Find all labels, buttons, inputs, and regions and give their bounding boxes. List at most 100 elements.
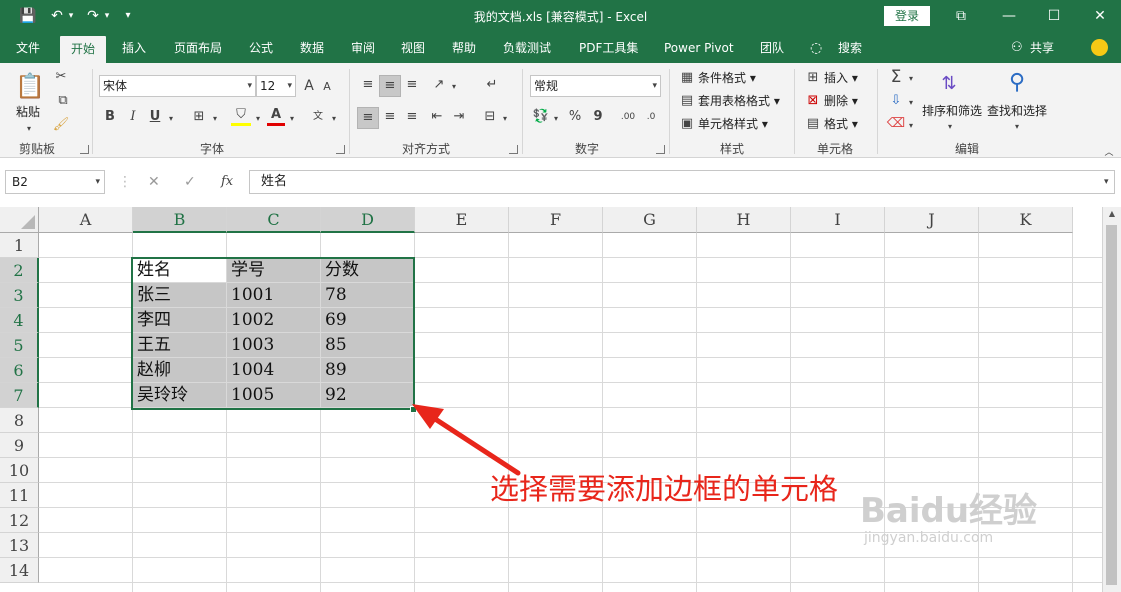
font-color-dropdown-icon[interactable]: ▾: [287, 109, 297, 129]
sort-filter-dropdown-icon[interactable]: ▾: [945, 117, 955, 137]
conditional-formatting-icon[interactable]: ▦: [679, 68, 695, 88]
column-header-c[interactable]: C: [227, 207, 321, 233]
login-button[interactable]: 登录: [884, 6, 930, 26]
grow-font-icon[interactable]: A: [301, 76, 317, 96]
select-all-corner[interactable]: [0, 207, 39, 233]
column-header-k[interactable]: K: [979, 207, 1073, 233]
undo-icon[interactable]: ↶: [48, 6, 66, 26]
maximize-icon[interactable]: ☐: [1039, 4, 1069, 28]
fill-color-dropdown-icon[interactable]: ▾: [253, 109, 263, 129]
cell-styles-button[interactable]: 单元格样式 ▾: [698, 114, 768, 134]
italic-button[interactable]: I: [125, 107, 141, 127]
cell-d4[interactable]: 69: [321, 308, 415, 333]
cell-b7[interactable]: 吴玲玲: [133, 383, 227, 408]
row-header-8[interactable]: 8: [0, 408, 39, 433]
cell-styles-icon[interactable]: ▣: [679, 114, 695, 134]
orientation-icon[interactable]: ↗: [428, 75, 450, 95]
cell-d3[interactable]: 78: [321, 283, 415, 308]
tab-pdf-tools[interactable]: PDF工具集: [579, 33, 638, 63]
column-header-i[interactable]: I: [791, 207, 885, 233]
shrink-font-icon[interactable]: A: [320, 77, 334, 97]
cancel-entry-icon[interactable]: ✕: [148, 172, 160, 192]
redo-dropdown-icon[interactable]: ▾: [102, 6, 112, 26]
column-header-b[interactable]: B: [133, 207, 227, 233]
cell-c4[interactable]: 1002: [227, 308, 321, 333]
column-header-h[interactable]: H: [697, 207, 791, 233]
customize-qat-icon[interactable]: ▾: [121, 6, 135, 26]
tab-file[interactable]: 文件: [16, 33, 40, 63]
borders-icon[interactable]: ⊞: [189, 107, 209, 127]
name-box[interactable]: B2 ▾: [5, 170, 105, 194]
fill-dropdown-icon[interactable]: ▾: [906, 93, 916, 113]
number-launcher-icon[interactable]: [656, 145, 665, 154]
row-header-11[interactable]: 11: [0, 483, 39, 508]
tab-formulas[interactable]: 公式: [249, 33, 273, 63]
close-icon[interactable]: ✕: [1085, 4, 1115, 28]
row-header-6[interactable]: 6: [0, 358, 39, 383]
row-header-4[interactable]: 4: [0, 308, 39, 333]
ribbon-display-options-icon[interactable]: ⧉: [946, 4, 976, 28]
row-header-1[interactable]: 1: [0, 233, 39, 258]
fill-icon[interactable]: ⇩: [886, 91, 906, 111]
row-header-10[interactable]: 10: [0, 458, 39, 483]
cell-b2[interactable]: 姓名: [133, 258, 227, 283]
cell-d2[interactable]: 分数: [321, 258, 415, 283]
clipboard-launcher-icon[interactable]: [80, 145, 89, 154]
tab-page-layout[interactable]: 页面布局: [174, 33, 222, 63]
expand-formula-bar-icon[interactable]: ▾: [1104, 172, 1109, 192]
borders-dropdown-icon[interactable]: ▾: [210, 109, 220, 129]
sort-filter-icon[interactable]: ⇅: [933, 69, 965, 99]
format-cells-button[interactable]: 格式 ▾: [824, 114, 858, 134]
comma-style-button[interactable]: 9: [590, 107, 606, 127]
find-select-dropdown-icon[interactable]: ▾: [1012, 117, 1022, 137]
format-cells-icon[interactable]: ▤: [805, 114, 821, 134]
cell-c2[interactable]: 学号: [227, 258, 321, 283]
percent-style-button[interactable]: %: [567, 107, 583, 127]
cut-icon[interactable]: ✂: [52, 67, 70, 87]
scrollbar-thumb[interactable]: [1106, 225, 1117, 585]
row-header-7[interactable]: 7: [0, 383, 39, 408]
tab-load-test[interactable]: 负载测试: [503, 33, 551, 63]
autosum-icon[interactable]: Σ: [886, 67, 906, 87]
align-right-icon[interactable]: ≡: [401, 107, 423, 127]
align-center-icon[interactable]: ≡: [379, 107, 401, 127]
cell-b6[interactable]: 赵柳: [133, 358, 227, 383]
middle-align-icon[interactable]: ≡: [379, 75, 401, 97]
align-left-icon[interactable]: ≡: [357, 107, 379, 129]
save-icon[interactable]: 💾: [18, 6, 38, 26]
column-header-j[interactable]: J: [885, 207, 979, 233]
phonetic-dropdown-icon[interactable]: ▾: [329, 109, 339, 129]
person-icon[interactable]: ⚇: [1011, 33, 1023, 63]
column-header-a[interactable]: A: [39, 207, 133, 233]
format-painter-icon[interactable]: 🖌: [52, 115, 70, 135]
share-button[interactable]: 共享: [1030, 33, 1054, 63]
column-header-d[interactable]: D: [321, 207, 415, 233]
increase-indent-icon[interactable]: ⇥: [448, 107, 470, 127]
confirm-entry-icon[interactable]: ✓: [184, 172, 196, 192]
cell-d6[interactable]: 89: [321, 358, 415, 383]
column-header-g[interactable]: G: [603, 207, 697, 233]
copy-icon[interactable]: ⧉: [52, 91, 74, 111]
column-header-f[interactable]: F: [509, 207, 603, 233]
row-header-13[interactable]: 13: [0, 533, 39, 558]
clear-dropdown-icon[interactable]: ▾: [906, 116, 916, 136]
feedback-smiley-icon[interactable]: [1091, 39, 1108, 56]
paste-icon[interactable]: 📋: [15, 69, 45, 103]
accounting-dropdown-icon[interactable]: ▾: [551, 109, 561, 129]
row-header-3[interactable]: 3: [0, 283, 39, 308]
cell-c7[interactable]: 1005: [227, 383, 321, 408]
lightbulb-icon[interactable]: ◌: [810, 33, 822, 63]
font-name-select[interactable]: 宋体 ▾: [99, 75, 256, 97]
merge-center-icon[interactable]: ⊟: [479, 107, 501, 127]
font-color-icon[interactable]: A: [267, 107, 285, 126]
undo-dropdown-icon[interactable]: ▾: [66, 6, 76, 26]
underline-dropdown-icon[interactable]: ▾: [166, 109, 176, 129]
delete-cells-button[interactable]: 删除 ▾: [824, 91, 858, 111]
top-align-icon[interactable]: ≡: [357, 75, 379, 95]
row-header-12[interactable]: 12: [0, 508, 39, 533]
redo-icon[interactable]: ↷: [84, 6, 102, 26]
merge-dropdown-icon[interactable]: ▾: [500, 109, 510, 129]
tab-team[interactable]: 团队: [760, 33, 784, 63]
increase-decimal-icon[interactable]: .00: [618, 107, 638, 127]
cell-b3[interactable]: 张三: [133, 283, 227, 308]
